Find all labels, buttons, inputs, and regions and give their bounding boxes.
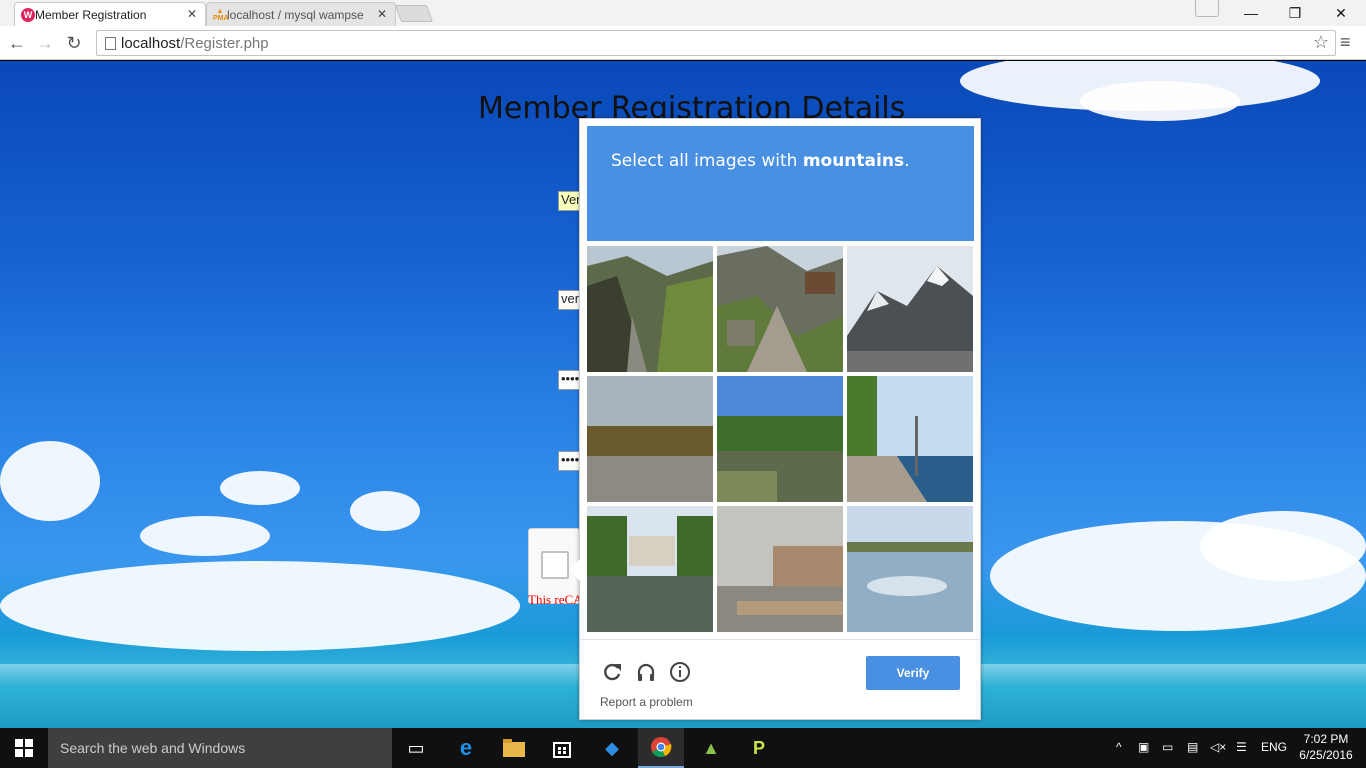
misty-pier-image bbox=[717, 506, 843, 632]
challenge-tile-2[interactable] bbox=[717, 246, 843, 372]
challenge-image-grid bbox=[587, 246, 974, 633]
tab-label: Member Registration bbox=[35, 7, 147, 22]
river-palace-image bbox=[587, 506, 713, 632]
recaptcha-checkbox[interactable] bbox=[541, 551, 569, 579]
minimize-button[interactable]: — bbox=[1228, 0, 1274, 26]
close-tab-icon[interactable]: ✕ bbox=[377, 7, 387, 21]
taskbar-search-input[interactable]: Search the web and Windows bbox=[48, 728, 392, 768]
taskbar-clock[interactable]: 7:02 PM 6/25/2016 bbox=[1290, 731, 1362, 763]
password-input[interactable]: •••• bbox=[558, 370, 580, 390]
tab-member-registration[interactable]: W Member Registration ✕ bbox=[14, 2, 206, 26]
windows-taskbar: Search the web and Windows ▭ e ◆ ▲ P ^ ▣… bbox=[0, 728, 1366, 768]
cloud-decoration bbox=[1080, 81, 1240, 121]
tray-app-icon[interactable]: ▣ bbox=[1138, 740, 1149, 754]
action-center-icon[interactable]: ☰ bbox=[1236, 740, 1247, 754]
profile-button[interactable] bbox=[1195, 0, 1219, 17]
challenge-tile-8[interactable] bbox=[717, 506, 843, 632]
clock-time: 7:02 PM bbox=[1303, 732, 1349, 746]
volume-muted-icon[interactable]: ◁× bbox=[1210, 740, 1226, 754]
url-text: localhost/Register.php bbox=[121, 35, 269, 52]
page-icon bbox=[105, 37, 116, 50]
confirm-password-input[interactable]: •••• bbox=[558, 451, 580, 471]
edge-browser-icon[interactable]: e bbox=[443, 728, 489, 768]
cloud-decoration bbox=[1200, 511, 1366, 581]
tray-overflow-chevron-icon[interactable]: ^ bbox=[1116, 740, 1122, 754]
popup-arrow bbox=[569, 559, 580, 581]
chrome-icon[interactable] bbox=[638, 728, 684, 768]
cloud-decoration bbox=[350, 491, 420, 531]
challenge-tile-5[interactable] bbox=[717, 376, 843, 502]
app-p-icon[interactable]: P bbox=[736, 728, 782, 768]
wamp-favicon-icon: W bbox=[21, 8, 35, 22]
username-input[interactable]: ver bbox=[558, 290, 580, 310]
cloud-decoration bbox=[220, 471, 300, 505]
android-studio-icon[interactable]: ▲ bbox=[688, 728, 734, 768]
pond-trees-image bbox=[717, 376, 843, 502]
close-tab-icon[interactable]: ✕ bbox=[187, 7, 197, 21]
restore-button[interactable]: ❐ bbox=[1272, 0, 1318, 26]
back-arrow-icon[interactable]: ← bbox=[6, 32, 28, 54]
cloud-decoration bbox=[0, 441, 100, 521]
lake-dusk-image bbox=[587, 376, 713, 502]
recaptcha-challenge-dialog: Select all images with mountains. Report… bbox=[569, 118, 981, 720]
challenge-tile-9[interactable] bbox=[847, 506, 973, 632]
chrome-menu-icon[interactable]: ≡ bbox=[1340, 32, 1351, 53]
lakeside-promenade-image bbox=[847, 376, 973, 502]
task-view-icon[interactable]: ▭ bbox=[393, 728, 439, 768]
challenge-tile-3[interactable] bbox=[847, 246, 973, 372]
language-indicator[interactable]: ENG bbox=[1261, 740, 1287, 754]
tab-label: localhost / mysql wampse bbox=[227, 7, 364, 22]
challenge-footer: Report a problem Verify bbox=[580, 639, 980, 719]
first-name-input[interactable]: Ver bbox=[558, 191, 580, 211]
file-explorer-icon[interactable] bbox=[491, 728, 537, 768]
phpmyadmin-favicon-icon: ▲ PMA bbox=[213, 8, 229, 22]
store-icon[interactable] bbox=[539, 728, 585, 768]
challenge-keyword: mountains bbox=[802, 151, 905, 171]
challenge-tile-1[interactable] bbox=[587, 246, 713, 372]
forward-arrow-icon[interactable]: → bbox=[34, 32, 56, 54]
cloud-decoration bbox=[0, 561, 520, 651]
network-icon[interactable]: ▤ bbox=[1187, 740, 1198, 754]
bookmark-star-icon[interactable]: ☆ bbox=[1313, 32, 1329, 53]
info-icon[interactable] bbox=[668, 660, 692, 684]
verify-button[interactable]: Verify bbox=[866, 656, 960, 690]
reload-page-icon[interactable]: ↻ bbox=[63, 32, 85, 54]
headphones-icon[interactable] bbox=[634, 660, 658, 684]
challenge-tile-4[interactable] bbox=[587, 376, 713, 502]
challenge-header: Select all images with mountains. bbox=[587, 126, 974, 241]
calm-lake-image bbox=[847, 506, 973, 632]
dropbox-icon[interactable]: ◆ bbox=[589, 728, 635, 768]
snowy-mountain-image bbox=[847, 246, 973, 372]
reload-icon[interactable] bbox=[600, 660, 624, 684]
browser-toolbar: ← → ↻ localhost/Register.php ☆ ≡ bbox=[0, 26, 1366, 60]
address-bar[interactable]: localhost/Register.php ☆ bbox=[96, 30, 1336, 56]
report-problem-link[interactable]: Report a problem bbox=[600, 695, 693, 709]
challenge-tile-7[interactable] bbox=[587, 506, 713, 632]
browser-titlebar: W Member Registration ✕ ▲ PMA localhost /… bbox=[0, 0, 1366, 26]
cloud-decoration bbox=[140, 516, 270, 556]
mountain-valley-image bbox=[587, 246, 713, 372]
recaptcha-error-message: This reCA bbox=[528, 592, 583, 607]
challenge-instruction: Select all images with mountains. bbox=[611, 151, 910, 171]
tab-phpmyadmin[interactable]: ▲ PMA localhost / mysql wampse ✕ bbox=[206, 2, 396, 26]
new-tab-button[interactable] bbox=[394, 5, 434, 22]
close-window-button[interactable]: ✕ bbox=[1318, 0, 1364, 26]
windows-start-icon[interactable] bbox=[0, 728, 48, 768]
battery-icon[interactable]: ▭ bbox=[1162, 740, 1173, 754]
clock-date: 6/25/2016 bbox=[1299, 748, 1353, 762]
mountain-village-image bbox=[717, 246, 843, 372]
challenge-tile-6[interactable] bbox=[847, 376, 973, 502]
